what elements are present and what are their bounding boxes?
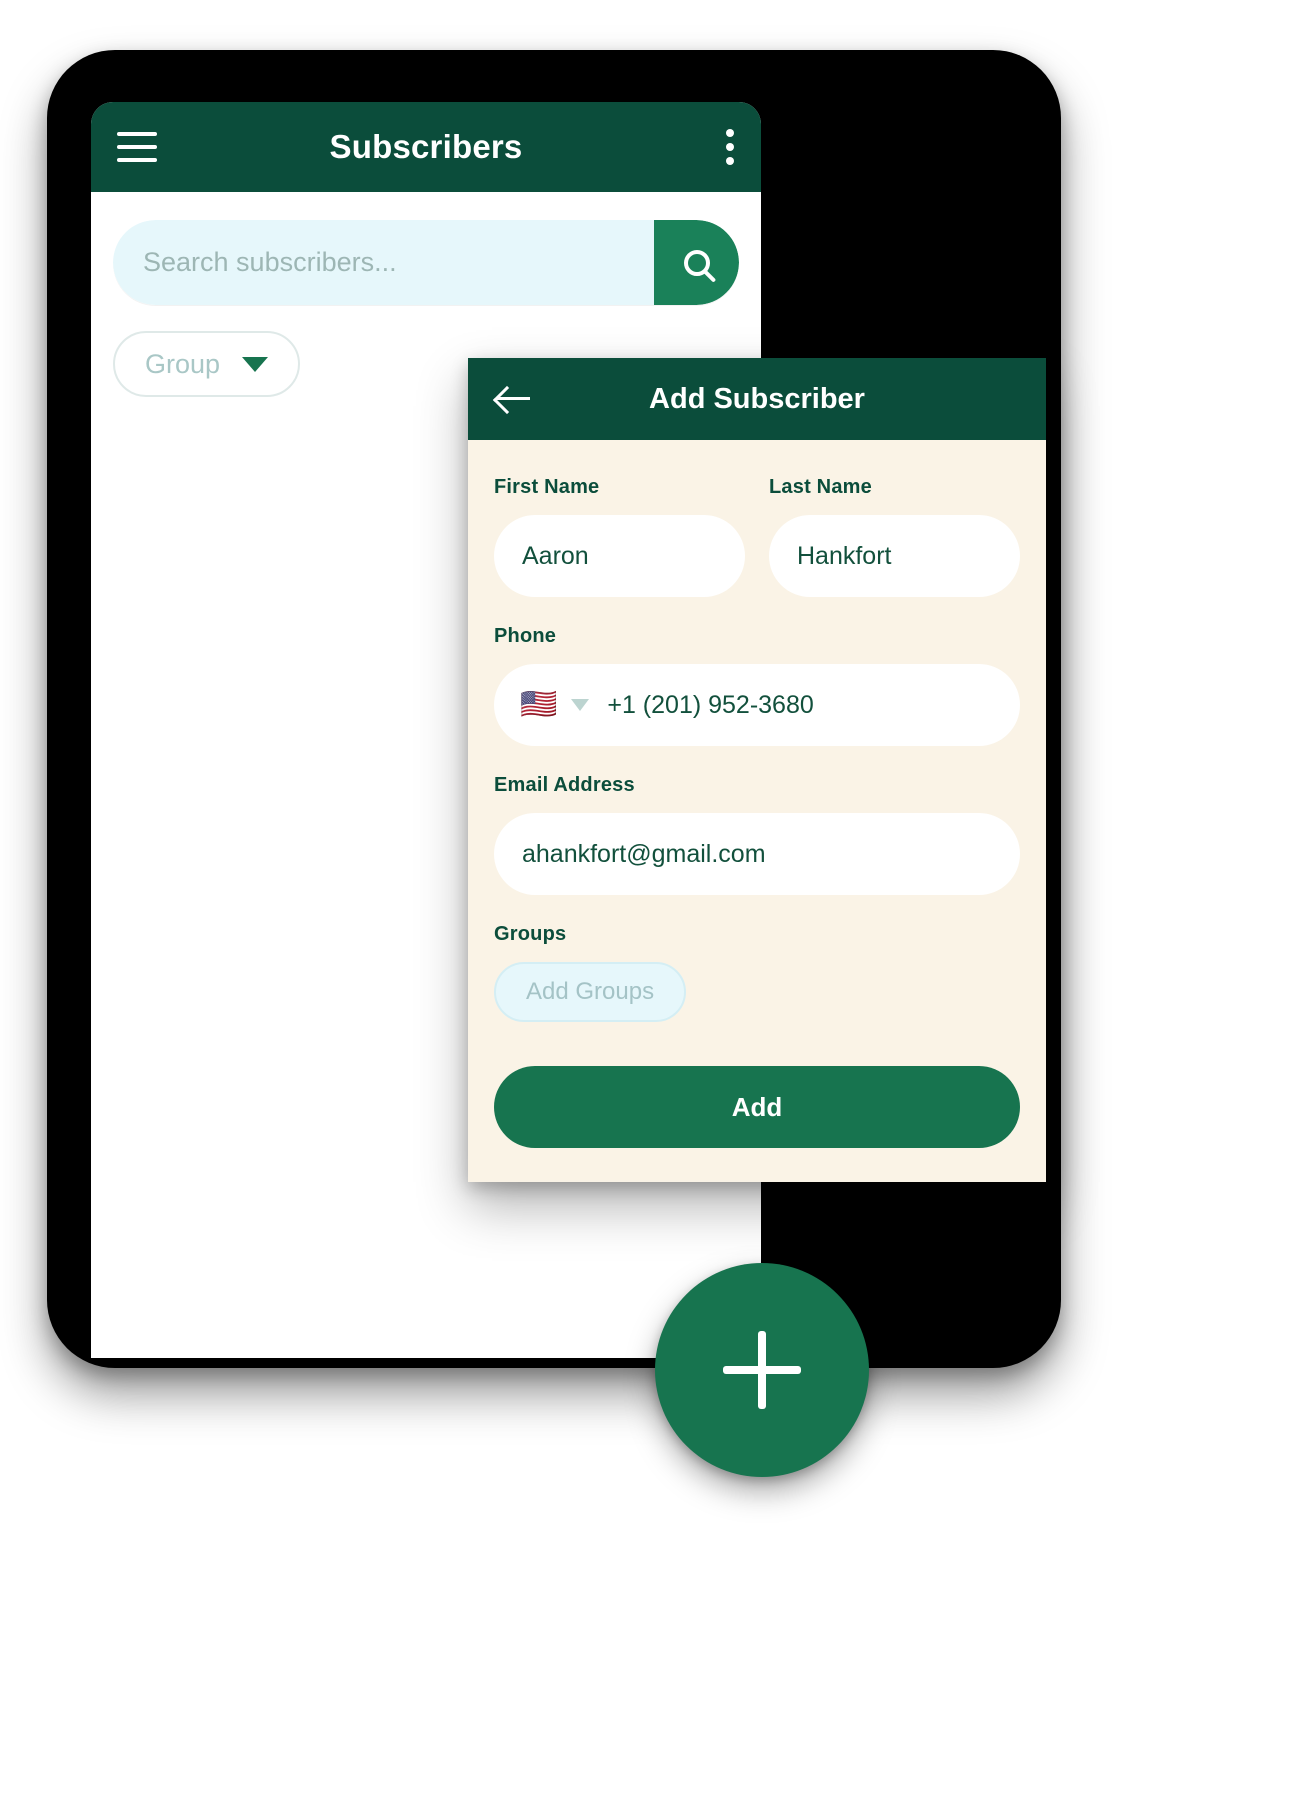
hamburger-bar [117,132,157,136]
chevron-down-icon [242,356,269,372]
last-name-label: Last Name [769,476,872,498]
add-subscriber-fab[interactable] [655,1263,869,1477]
first-name-field-group: First Name [494,476,745,597]
first-name-label: First Name [494,476,600,498]
add-subscriber-dialog: Add Subscriber First Name Last Name Phon… [468,358,1046,1182]
email-input[interactable] [494,813,1020,895]
search-icon [683,249,710,276]
group-filter-label: Group [145,348,221,379]
search-button[interactable] [654,220,739,305]
arrow-left-icon[interactable] [496,385,536,413]
phone-label: Phone [494,625,557,647]
search-bar [113,220,739,305]
phone-field-group: Phone 🇺🇸 +1 (201) 952-3680 [494,625,1020,746]
add-subscriber-submit-button[interactable]: Add [494,1066,1020,1148]
first-name-input[interactable] [494,515,745,597]
screenshot-stage: Subscribers Group [0,0,1299,1801]
phone-input[interactable]: 🇺🇸 +1 (201) 952-3680 [494,664,1020,746]
us-flag-icon[interactable]: 🇺🇸 [520,690,557,720]
hamburger-bar [117,158,157,162]
app-bar: Subscribers [91,102,761,192]
dialog-title: Add Subscriber [649,382,865,415]
hamburger-menu-icon[interactable] [117,132,157,162]
dialog-app-bar: Add Subscriber [468,358,1046,440]
plus-icon [723,1331,801,1409]
email-label: Email Address [494,774,635,796]
search-input[interactable] [113,220,654,305]
name-fields-row: First Name Last Name [494,476,1020,597]
phone-number-value: +1 (201) 952-3680 [607,690,814,719]
group-filter-chip[interactable]: Group [113,331,301,397]
overflow-dot [726,157,734,165]
last-name-input[interactable] [769,515,1020,597]
groups-field-group: Groups Add Groups [494,923,1020,1022]
hamburger-bar [117,145,157,149]
chevron-down-icon[interactable] [571,699,590,711]
add-groups-chip[interactable]: Add Groups [494,962,687,1022]
page-title: Subscribers [329,128,523,165]
more-vertical-icon[interactable] [725,129,735,165]
email-field-group: Email Address [494,774,1020,895]
overflow-dot [726,129,734,137]
groups-label: Groups [494,923,567,945]
dialog-body: First Name Last Name Phone 🇺🇸 +1 (201) 9… [468,440,1046,1182]
last-name-field-group: Last Name [769,476,1020,597]
overflow-dot [726,143,734,151]
